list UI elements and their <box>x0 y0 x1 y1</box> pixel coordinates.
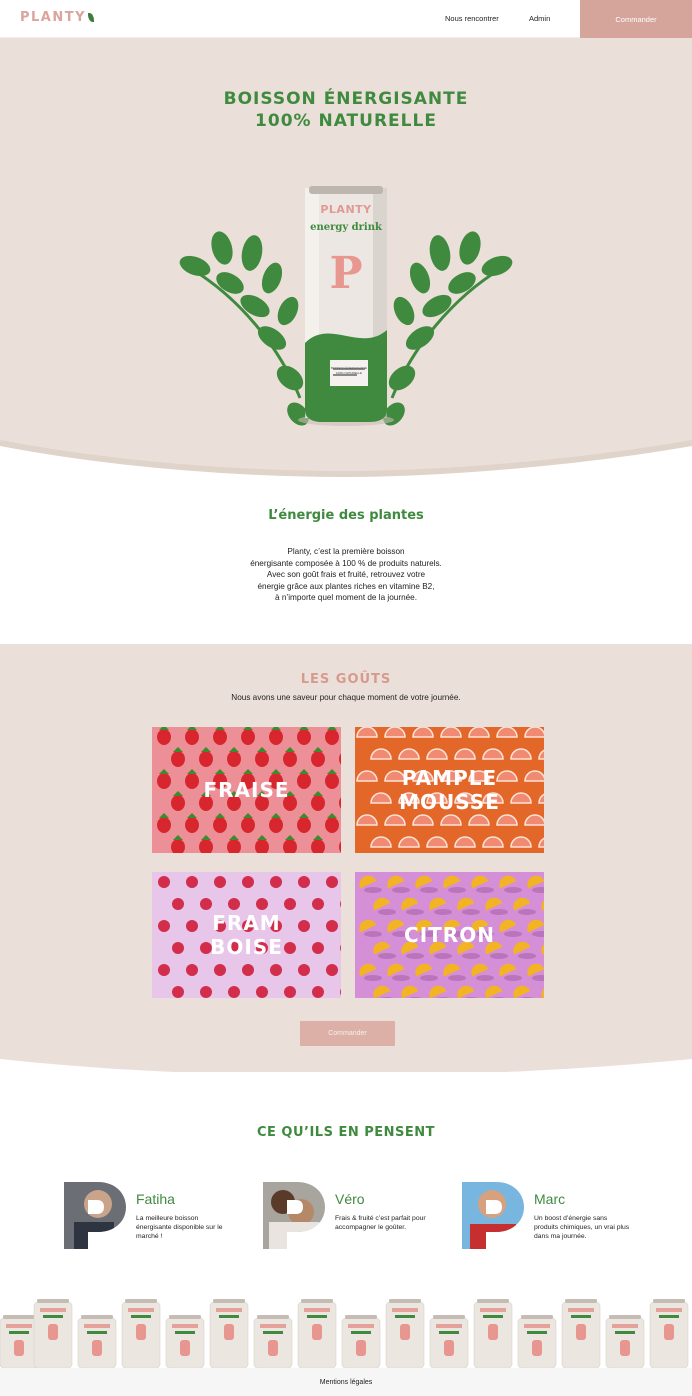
energy-line: Avec son goût frais et fruité, retrouvez… <box>266 570 426 579</box>
can-letter: P <box>329 248 363 299</box>
can-icon <box>0 1315 39 1368</box>
can-icon <box>121 1299 161 1368</box>
header-order-button[interactable]: Commander <box>580 0 692 38</box>
cans-strip <box>0 1296 692 1368</box>
order-button[interactable]: Commander <box>300 1021 395 1046</box>
testimonial-quote: Frais & fruité c’est parfait pour accomp… <box>335 1215 426 1232</box>
can-icon <box>33 1299 73 1368</box>
can-icon <box>385 1299 425 1368</box>
can-brand: PLANTY <box>320 203 372 216</box>
flavour-tile-pamplemousse[interactable]: PAMPLE MOUSSE <box>355 727 544 853</box>
testimonial-name: Marc <box>534 1191 566 1207</box>
testimonial-card: Marc Un boost d’énergie sans produits ch… <box>462 1182 652 1252</box>
can-icon <box>561 1299 601 1368</box>
flavour-label: FRAISE <box>203 778 290 802</box>
can-icon <box>473 1299 513 1368</box>
nav-link-nous-rencontrer[interactable]: Nous rencontrer <box>445 14 499 23</box>
can-icon <box>77 1315 117 1368</box>
flavour-label: PAMPLE MOUSSE <box>399 766 500 814</box>
can-icon <box>429 1315 469 1368</box>
flavour-tile-fraise[interactable]: FRAISE <box>152 727 341 853</box>
can-subtitle: energy drink <box>310 222 382 233</box>
can-icon <box>165 1315 205 1368</box>
flavour-tile-framboise[interactable]: FRAM BOISE <box>152 872 341 998</box>
can-icon <box>341 1315 381 1368</box>
energy-line: énergie grâce aux plantes riches en vita… <box>257 581 435 591</box>
testimonial-quote: Un boost d’énergie sans produits chimiqu… <box>534 1215 630 1241</box>
testimonial-card: Fatiha La meilleure boisson énergisante … <box>64 1182 254 1252</box>
legal-notice-link[interactable]: Mentions légales <box>320 1379 373 1386</box>
can-icon <box>209 1299 249 1368</box>
can-icon <box>253 1315 293 1368</box>
flavours-title: LES GOÛTS <box>300 672 392 687</box>
nav-link-admin[interactable]: Admin <box>529 14 550 23</box>
hero-section: BOISSON ÉNERGISANTE 100% NATURELLE PLANT… <box>0 38 692 478</box>
testimonial-name: Fatiha <box>136 1191 175 1207</box>
flavours-subtitle: Nous avons une saveur pour chaque moment… <box>231 693 461 702</box>
planty-logo[interactable]: PLANTY <box>20 10 95 25</box>
flavours-background <box>0 644 692 1072</box>
testimonial-quote: La meilleure boisson énergisante disponi… <box>136 1215 223 1241</box>
leaf-icon <box>88 13 95 22</box>
flavour-label: FRAM BOISE <box>210 911 283 959</box>
can-label: BOISSON ÉNERGISANTE 100% NATURELLE <box>330 366 367 375</box>
logo-text: PLANTY <box>20 10 87 25</box>
testimonial-name: Véro <box>335 1191 365 1207</box>
testimonials-title: CE QU’ILS EN PENSENT <box>256 1125 436 1140</box>
energy-line: Planty, c’est la première boisson <box>287 547 405 556</box>
energy-line: énergisante composée à 100 % de produits… <box>250 558 442 568</box>
site-header: PLANTY Nous rencontrer Admin Commander <box>0 0 692 38</box>
flavour-tile-citron[interactable]: CITRON <box>355 872 544 998</box>
avatar <box>462 1182 524 1249</box>
can-icon <box>297 1299 337 1368</box>
avatar <box>263 1182 325 1249</box>
energy-line: à n’importe quel moment de la journée. <box>275 593 417 602</box>
can-icon <box>605 1315 645 1368</box>
energy-title: L’énergie des plantes <box>268 508 424 523</box>
can-icon <box>517 1315 557 1368</box>
can-icon <box>649 1299 689 1368</box>
testimonial-card: Véro Frais & fruité c’est parfait pour a… <box>263 1182 453 1252</box>
site-footer: Mentions légales <box>0 1368 692 1396</box>
avatar <box>64 1182 126 1249</box>
energy-description: Planty, c’est la première boisson énergi… <box>196 546 496 604</box>
cans-illustration <box>0 1299 689 1368</box>
flavours-section <box>0 644 692 1072</box>
flavour-label: CITRON <box>404 923 495 947</box>
